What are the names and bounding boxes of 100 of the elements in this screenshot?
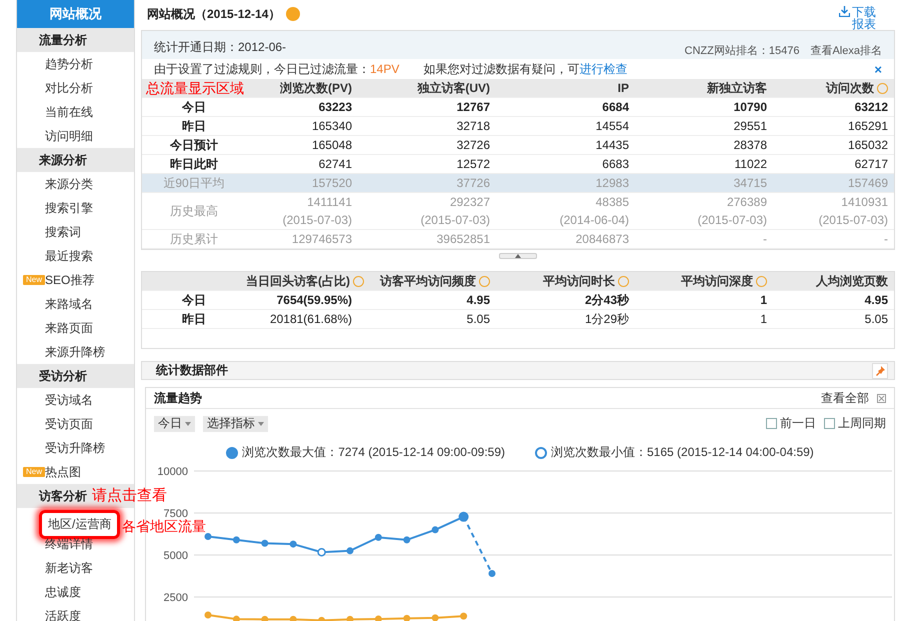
sidebar-item[interactable]: 来路页面	[45, 320, 93, 336]
axis-tick-label: 10000	[157, 466, 188, 478]
rank-text: CNZZ网站排名：15476 查看Alexa排名	[684, 44, 882, 59]
row-label: 今日	[181, 292, 207, 308]
row-label: 昨日	[181, 118, 207, 134]
download-icon	[839, 6, 850, 17]
row-label: 昨日	[181, 310, 207, 328]
checkbox-label: 前一日	[780, 415, 816, 432]
column-header: 访问次数	[769, 79, 890, 97]
row-label: 今日预计	[169, 136, 219, 154]
table-cell-text: 1	[759, 311, 768, 328]
table-cell-text: 165032	[846, 137, 889, 154]
check-link[interactable]: 进行检查	[579, 62, 628, 76]
collapse-icon[interactable]	[877, 394, 886, 402]
download-link[interactable]: 下载报表	[839, 6, 887, 30]
table-cell-text: 165340	[310, 118, 353, 135]
sidebar-section-header: 来源分析	[17, 148, 134, 172]
table-cell-text: 63212	[854, 99, 889, 116]
sidebar-item[interactable]: 活跃度	[45, 608, 81, 621]
sidebar-item[interactable]: 受访升降榜	[45, 440, 105, 456]
row-label: 今日	[181, 98, 207, 116]
table-cell-text: 129746573	[290, 231, 353, 248]
sidebar-item[interactable]: 对比分析	[45, 80, 93, 96]
filter-notice: 由于设置了过滤规则，今日已过滤流量：14PV 如果您对过滤数据有疑问，可进行检查	[154, 60, 628, 78]
table-cell-text: 20846873	[574, 231, 630, 248]
table-cell-text: 39652851	[436, 231, 491, 248]
sidebar-item[interactable]: 最近搜索	[45, 248, 93, 264]
row-label: 历史最高	[169, 202, 219, 220]
column-header: 独立访客(UV)	[416, 80, 491, 97]
table-cell-text: 32718	[456, 118, 491, 135]
sidebar-item[interactable]: 热点图	[45, 464, 81, 480]
sidebar-item[interactable]: 受访域名	[45, 392, 93, 408]
help-icon	[286, 6, 300, 21]
panel-title: 流量趋势	[154, 390, 202, 406]
column-header: 新独立访客	[706, 80, 768, 97]
table-cell-text: 48385 (2014-06-04)	[558, 194, 630, 229]
column-header: IP	[616, 80, 630, 97]
sidebar-item[interactable]: 来源升降榜	[45, 344, 105, 360]
new-badge: New	[23, 275, 46, 285]
legend-marker-icon	[226, 446, 238, 458]
table-cell-text: 157469	[846, 175, 889, 192]
axis-tick-label: 5000	[164, 550, 188, 562]
checkbox-label: 上周同期	[838, 415, 886, 432]
sidebar-item[interactable]: 忠诚度	[45, 584, 81, 600]
table-cell-text: 4.95	[466, 292, 491, 309]
sidebar-item[interactable]: 趋势分析	[45, 56, 93, 72]
column-header: 浏览次数(PV)	[279, 80, 353, 97]
sidebar-item[interactable]: 来源分类	[45, 176, 93, 192]
sidebar-item[interactable]: 访问明细	[45, 128, 93, 144]
table-cell-text: 63223	[318, 99, 353, 116]
sidebar-item[interactable]: 新老访客	[45, 560, 93, 576]
dropdown[interactable]: 选择指标	[203, 416, 268, 432]
close-button[interactable]: ×	[874, 62, 882, 76]
table-cell-text: 14435	[594, 137, 630, 154]
sidebar-item[interactable]: 搜索词	[45, 224, 81, 240]
table-cell-text: 7654(59.95%)	[276, 292, 353, 309]
pin-button[interactable]	[872, 362, 888, 378]
page-title: 网站概况（2015-12-14）	[147, 6, 300, 23]
checkbox[interactable]	[766, 418, 777, 429]
sidebar-item[interactable]: SEO推荐	[45, 272, 94, 288]
table-cell-text: -	[762, 231, 768, 248]
table-cell-text: 2分43秒	[584, 292, 630, 309]
collapse-button[interactable]	[499, 253, 537, 259]
pin-icon	[874, 364, 886, 376]
checkbox[interactable]	[824, 418, 835, 429]
view-all-link[interactable]: 查看全部	[821, 390, 869, 406]
table-cell-text: 157520	[310, 175, 353, 192]
dropdown[interactable]: 今日	[154, 416, 195, 432]
sidebar-item[interactable]: 受访页面	[45, 416, 93, 432]
annotation-label: 各省地区流量	[122, 518, 206, 534]
table-cell-text: 37726	[456, 175, 491, 192]
legend-marker-icon	[535, 446, 547, 458]
table-cell-text: 1411141 (2015-07-03)	[282, 194, 353, 229]
sidebar-item[interactable]: 搜索引擎	[45, 200, 93, 216]
table-cell-text: 292327 (2015-07-03)	[420, 194, 491, 229]
table-cell-text: 12767	[456, 99, 491, 116]
table-cell-text: 62741	[318, 156, 353, 173]
sidebar-item[interactable]: 当前在线	[45, 104, 93, 120]
dropdown-caret-icon	[185, 422, 191, 426]
table-cell-text: 165048	[310, 137, 353, 154]
column-header: 平均访问深度	[631, 272, 769, 290]
sidebar-item[interactable]: 来路域名	[45, 296, 93, 312]
annotation-label: 总流量显示区域	[145, 79, 244, 97]
sidebar-item[interactable]: 网站概况	[17, 0, 134, 28]
table-cell-text: 1	[759, 292, 768, 309]
axis-tick-label: 2500	[164, 592, 188, 604]
sidebar-item[interactable]: 地区/运营商	[39, 510, 120, 538]
table-cell-text: 276389 (2015-07-03)	[696, 194, 768, 229]
column-header: 人均浏览页数	[815, 273, 889, 290]
table-cell-text: 29551	[732, 118, 768, 135]
row-label: 历史累计	[169, 230, 219, 248]
table-cell-text: 5.05	[864, 311, 889, 328]
table-cell-text: 6683	[601, 156, 630, 173]
dropdown-caret-icon	[258, 422, 264, 426]
panel-title: 统计数据部件	[156, 362, 228, 379]
sidebar-item[interactable]: 终端详情	[45, 536, 93, 552]
table-cell-text: 28378	[732, 137, 768, 154]
row-label: 昨日此时	[169, 156, 219, 172]
table-cell-text: 1410931 (2015-07-03)	[818, 194, 889, 229]
column-header: 当日回头访客(占比)	[246, 272, 354, 290]
